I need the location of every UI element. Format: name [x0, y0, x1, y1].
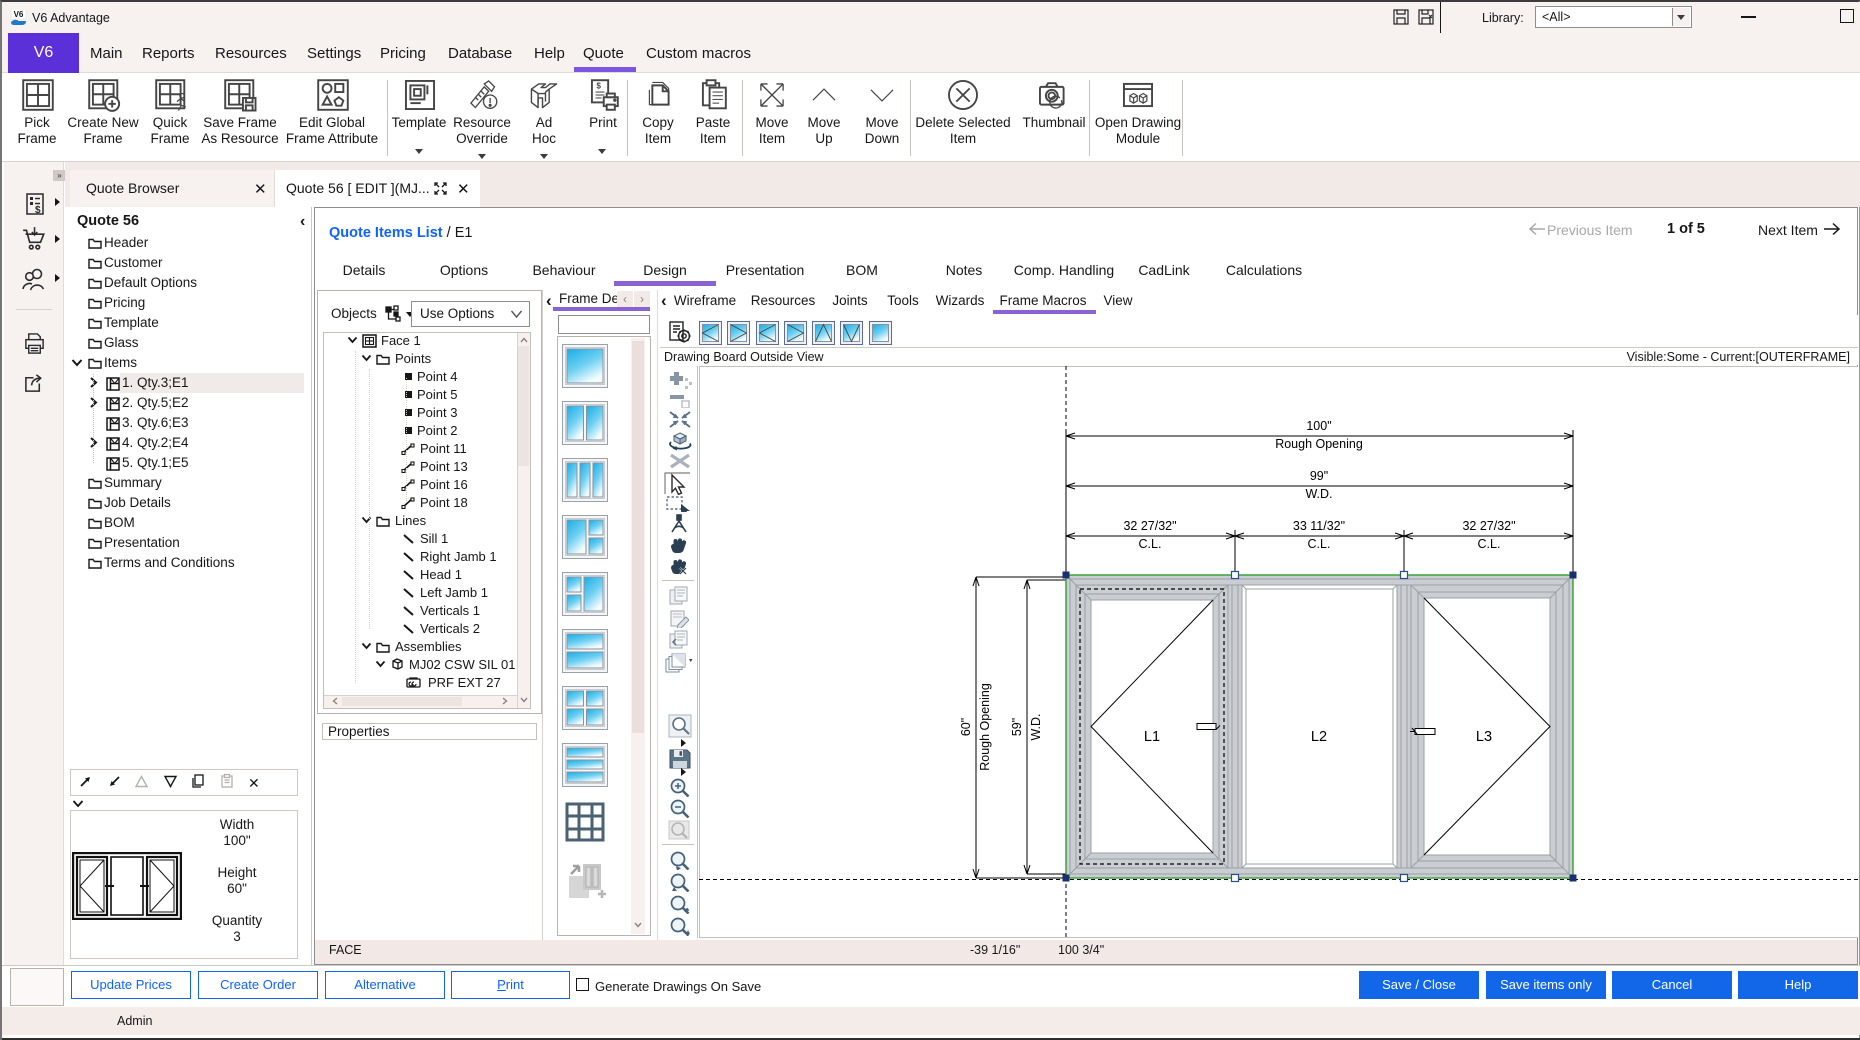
svg-text:L2: L2 [1311, 729, 1327, 745]
svg-text:C.L.: C.L. [1478, 537, 1501, 551]
svg-text:C.L.: C.L. [1139, 537, 1162, 551]
svg-text:32 27/32": 32 27/32" [1123, 519, 1176, 533]
svg-text:99": 99" [1310, 469, 1328, 483]
svg-text:W.D.: W.D. [1029, 713, 1043, 740]
svg-text:C.L.: C.L. [1308, 537, 1331, 551]
svg-text:L1: L1 [1144, 729, 1160, 745]
svg-text:33 11/32": 33 11/32" [1293, 519, 1345, 533]
svg-text:L3: L3 [1476, 729, 1492, 745]
svg-text:$: $ [596, 81, 601, 90]
svg-text:100": 100" [1306, 419, 1331, 433]
svg-text:Rough Opening: Rough Opening [978, 683, 992, 771]
svg-text:$: $ [35, 205, 41, 216]
svg-text:Rough Opening: Rough Opening [1275, 437, 1363, 451]
svg-text:60": 60" [959, 718, 973, 736]
svg-text:V6: V6 [14, 10, 24, 19]
svg-text:59": 59" [1010, 718, 1024, 736]
svg-text:W.D.: W.D. [1305, 487, 1332, 501]
svg-text:32 27/32": 32 27/32" [1462, 519, 1515, 533]
